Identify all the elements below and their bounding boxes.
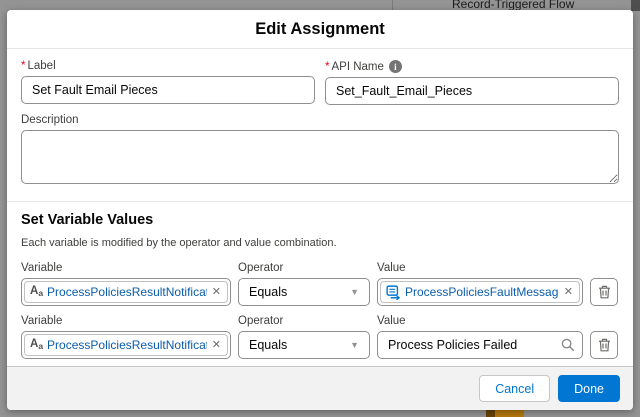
variable-combobox[interactable]: Aa ProcessPoliciesResultNotificationTitl… xyxy=(21,331,231,359)
modal-header: Edit Assignment xyxy=(7,10,633,49)
done-button[interactable]: Done xyxy=(558,375,620,402)
chevron-down-icon: ▼ xyxy=(350,287,359,297)
variable-icon xyxy=(386,285,401,300)
variable-pill-label: ProcessPoliciesResultNotificationTitle xyxy=(47,338,207,352)
trash-icon xyxy=(598,338,611,352)
operator-selected-value: Equals xyxy=(249,338,287,352)
close-icon[interactable]: ✕ xyxy=(211,340,222,351)
search-icon[interactable] xyxy=(561,338,575,352)
edit-assignment-modal: Edit Assignment * Label * API Name i xyxy=(7,10,633,410)
assignment-inputs-row: Aa ProcessPoliciesResultNotificationBody… xyxy=(21,278,619,306)
assignment-row: Variable Operator Value Aa ProcessPolici… xyxy=(21,262,619,306)
required-asterisk: * xyxy=(325,61,329,73)
description-field-label-text: Description xyxy=(21,114,79,126)
modal-footer: Cancel Done xyxy=(7,366,633,410)
section-divider xyxy=(7,201,633,202)
section-subtext: Each variable is modified by the operato… xyxy=(21,237,619,249)
operator-column-label: Operator xyxy=(238,315,370,327)
label-field-group: * Label xyxy=(21,60,315,105)
variable-column-label: Variable xyxy=(21,315,231,327)
label-field-label-text: Label xyxy=(27,60,55,72)
description-textarea[interactable] xyxy=(21,130,619,184)
label-field-label: * Label xyxy=(21,60,315,72)
value-column-label: Value xyxy=(377,262,583,274)
operator-selected-value: Equals xyxy=(249,285,287,299)
text-type-icon: Aa xyxy=(30,286,43,298)
value-pill[interactable]: ProcessPoliciesFaultMessage ✕ xyxy=(380,281,580,303)
value-combobox[interactable]: ProcessPoliciesFaultMessage ✕ xyxy=(377,278,583,306)
info-icon[interactable]: i xyxy=(389,60,402,73)
variable-combobox[interactable]: Aa ProcessPoliciesResultNotificationBody… xyxy=(21,278,231,306)
delete-assignment-button[interactable] xyxy=(590,278,618,306)
canvas-divider xyxy=(392,0,393,10)
variable-column-label: Variable xyxy=(21,262,231,274)
delete-assignment-button[interactable] xyxy=(590,331,618,359)
description-field-label: Description xyxy=(21,114,619,126)
api-name-field-label: * API Name i xyxy=(325,60,619,73)
variable-pill[interactable]: Aa ProcessPoliciesResultNotificationBody… xyxy=(24,281,228,303)
assignment-labels-row: Variable Operator Value xyxy=(21,315,619,331)
trash-icon xyxy=(598,285,611,299)
canvas-node-fragment xyxy=(486,410,524,417)
variable-pill-label: ProcessPoliciesResultNotificationBody xyxy=(47,285,207,299)
assignment-inputs-row: Aa ProcessPoliciesResultNotificationTitl… xyxy=(21,331,619,359)
modal-body: * Label * API Name i Description Set V xyxy=(7,49,633,399)
label-input[interactable] xyxy=(21,76,315,104)
api-name-input[interactable] xyxy=(325,77,619,105)
api-name-field-group: * API Name i xyxy=(325,60,619,105)
variable-pill[interactable]: Aa ProcessPoliciesResultNotificationTitl… xyxy=(24,334,228,356)
value-search-field xyxy=(377,331,583,359)
value-pill-label: ProcessPoliciesFaultMessage xyxy=(405,285,559,299)
modal-title: Edit Assignment xyxy=(255,20,385,39)
required-asterisk: * xyxy=(21,60,25,72)
operator-column-label: Operator xyxy=(238,262,370,274)
value-column-label: Value xyxy=(377,315,583,327)
close-icon[interactable]: ✕ xyxy=(563,287,574,298)
description-field-group: Description xyxy=(21,114,619,189)
cancel-button[interactable]: Cancel xyxy=(479,375,550,402)
section-heading: Set Variable Values xyxy=(21,212,619,228)
assignment-row: Variable Operator Value Aa ProcessPolici… xyxy=(21,315,619,359)
assignment-labels-row: Variable Operator Value xyxy=(21,262,619,278)
operator-select[interactable]: Equals ▼ xyxy=(238,278,370,306)
name-fields-row: * Label * API Name i xyxy=(21,60,619,105)
chevron-down-icon: ▼ xyxy=(350,340,359,350)
value-search-input[interactable] xyxy=(377,331,583,359)
api-name-field-label-text: API Name xyxy=(331,61,383,73)
text-type-icon: Aa xyxy=(30,339,43,351)
operator-select[interactable]: Equals ▼ xyxy=(238,331,370,359)
close-icon[interactable]: ✕ xyxy=(211,287,222,298)
